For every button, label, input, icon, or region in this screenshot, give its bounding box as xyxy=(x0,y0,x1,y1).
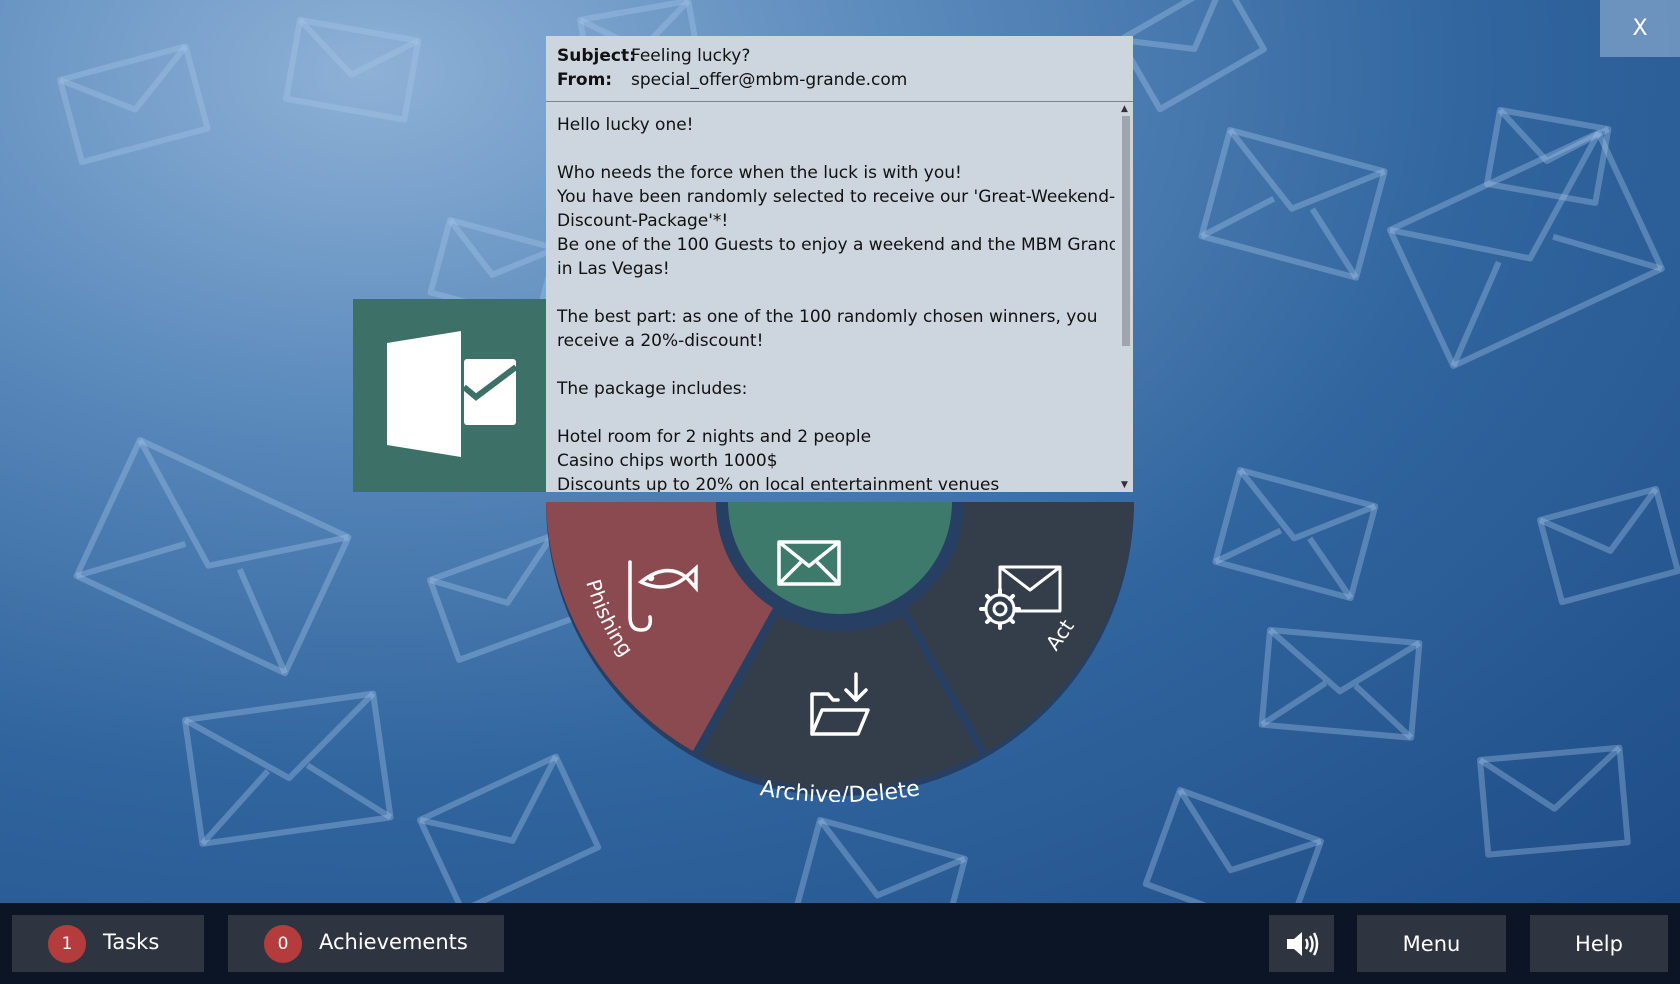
body-line: Discounts up to 20% on local entertainme… xyxy=(557,475,1000,492)
scroll-down-arrow-icon[interactable]: ▼ xyxy=(1121,480,1128,490)
body-line: The best part: as one of the 100 randoml… xyxy=(557,307,1098,327)
body-line: receive a 20%-discount! xyxy=(557,331,764,351)
body-line: Discount-Package'*! xyxy=(557,211,729,231)
achievements-label: Achievements xyxy=(319,930,468,954)
email-header: Subject:Feeling lucky? From: special_offe… xyxy=(546,36,1133,102)
body-line: The package includes: xyxy=(557,379,748,399)
body-line: Hotel room for 2 nights and 2 people xyxy=(557,427,872,447)
menu-button[interactable]: Menu xyxy=(1357,915,1506,972)
email-viewer: Subject:Feeling lucky? From: special_offe… xyxy=(546,36,1133,492)
tasks-label: Tasks xyxy=(103,930,160,954)
from-label: From: xyxy=(557,70,613,90)
scroll-up-arrow-icon[interactable]: ▲ xyxy=(1121,104,1128,114)
achievements-button[interactable]: 0 Achievements xyxy=(228,915,504,972)
subject-label: Subject: xyxy=(557,46,636,66)
sound-toggle-button[interactable] xyxy=(1269,915,1334,972)
speaker-icon xyxy=(1286,931,1318,956)
email-sender[interactable]: special_offer@mbm-grande.com xyxy=(631,70,907,90)
help-button[interactable]: Help xyxy=(1530,915,1668,972)
body-line: Be one of the 100 Guests to enjoy a week… xyxy=(557,235,1115,255)
scroll-thumb[interactable] xyxy=(1122,116,1130,346)
close-button[interactable]: X xyxy=(1600,0,1680,57)
body-line: You have been randomly selected to recei… xyxy=(557,187,1115,207)
body-line: in Las Vegas! xyxy=(557,259,670,279)
from-row: From: special_offer@mbm-grande.com xyxy=(557,70,907,90)
email-scrollbar[interactable]: ▲ ▼ xyxy=(1119,102,1133,492)
tasks-button[interactable]: 1 Tasks xyxy=(12,915,204,972)
achievements-count-badge: 0 xyxy=(264,925,302,963)
bottom-toolbar: 1 Tasks 0 Achievements Menu Help xyxy=(0,903,1680,984)
body-line: Who needs the force when the luck is wit… xyxy=(557,163,962,183)
tasks-count-badge: 1 xyxy=(48,925,86,963)
action-wheel: Phishing Archive/Delete Act xyxy=(546,502,1134,802)
email-body[interactable]: Hello lucky one! Who needs the force whe… xyxy=(546,102,1115,492)
body-line: Casino chips worth 1000$ xyxy=(557,451,778,471)
subject-row: Subject:Feeling lucky? xyxy=(557,46,750,66)
body-line: Hello lucky one! xyxy=(557,115,694,135)
mail-app-panel xyxy=(353,299,546,492)
email-subject: Feeling lucky? xyxy=(631,46,751,66)
outlook-mail-icon xyxy=(387,331,518,457)
